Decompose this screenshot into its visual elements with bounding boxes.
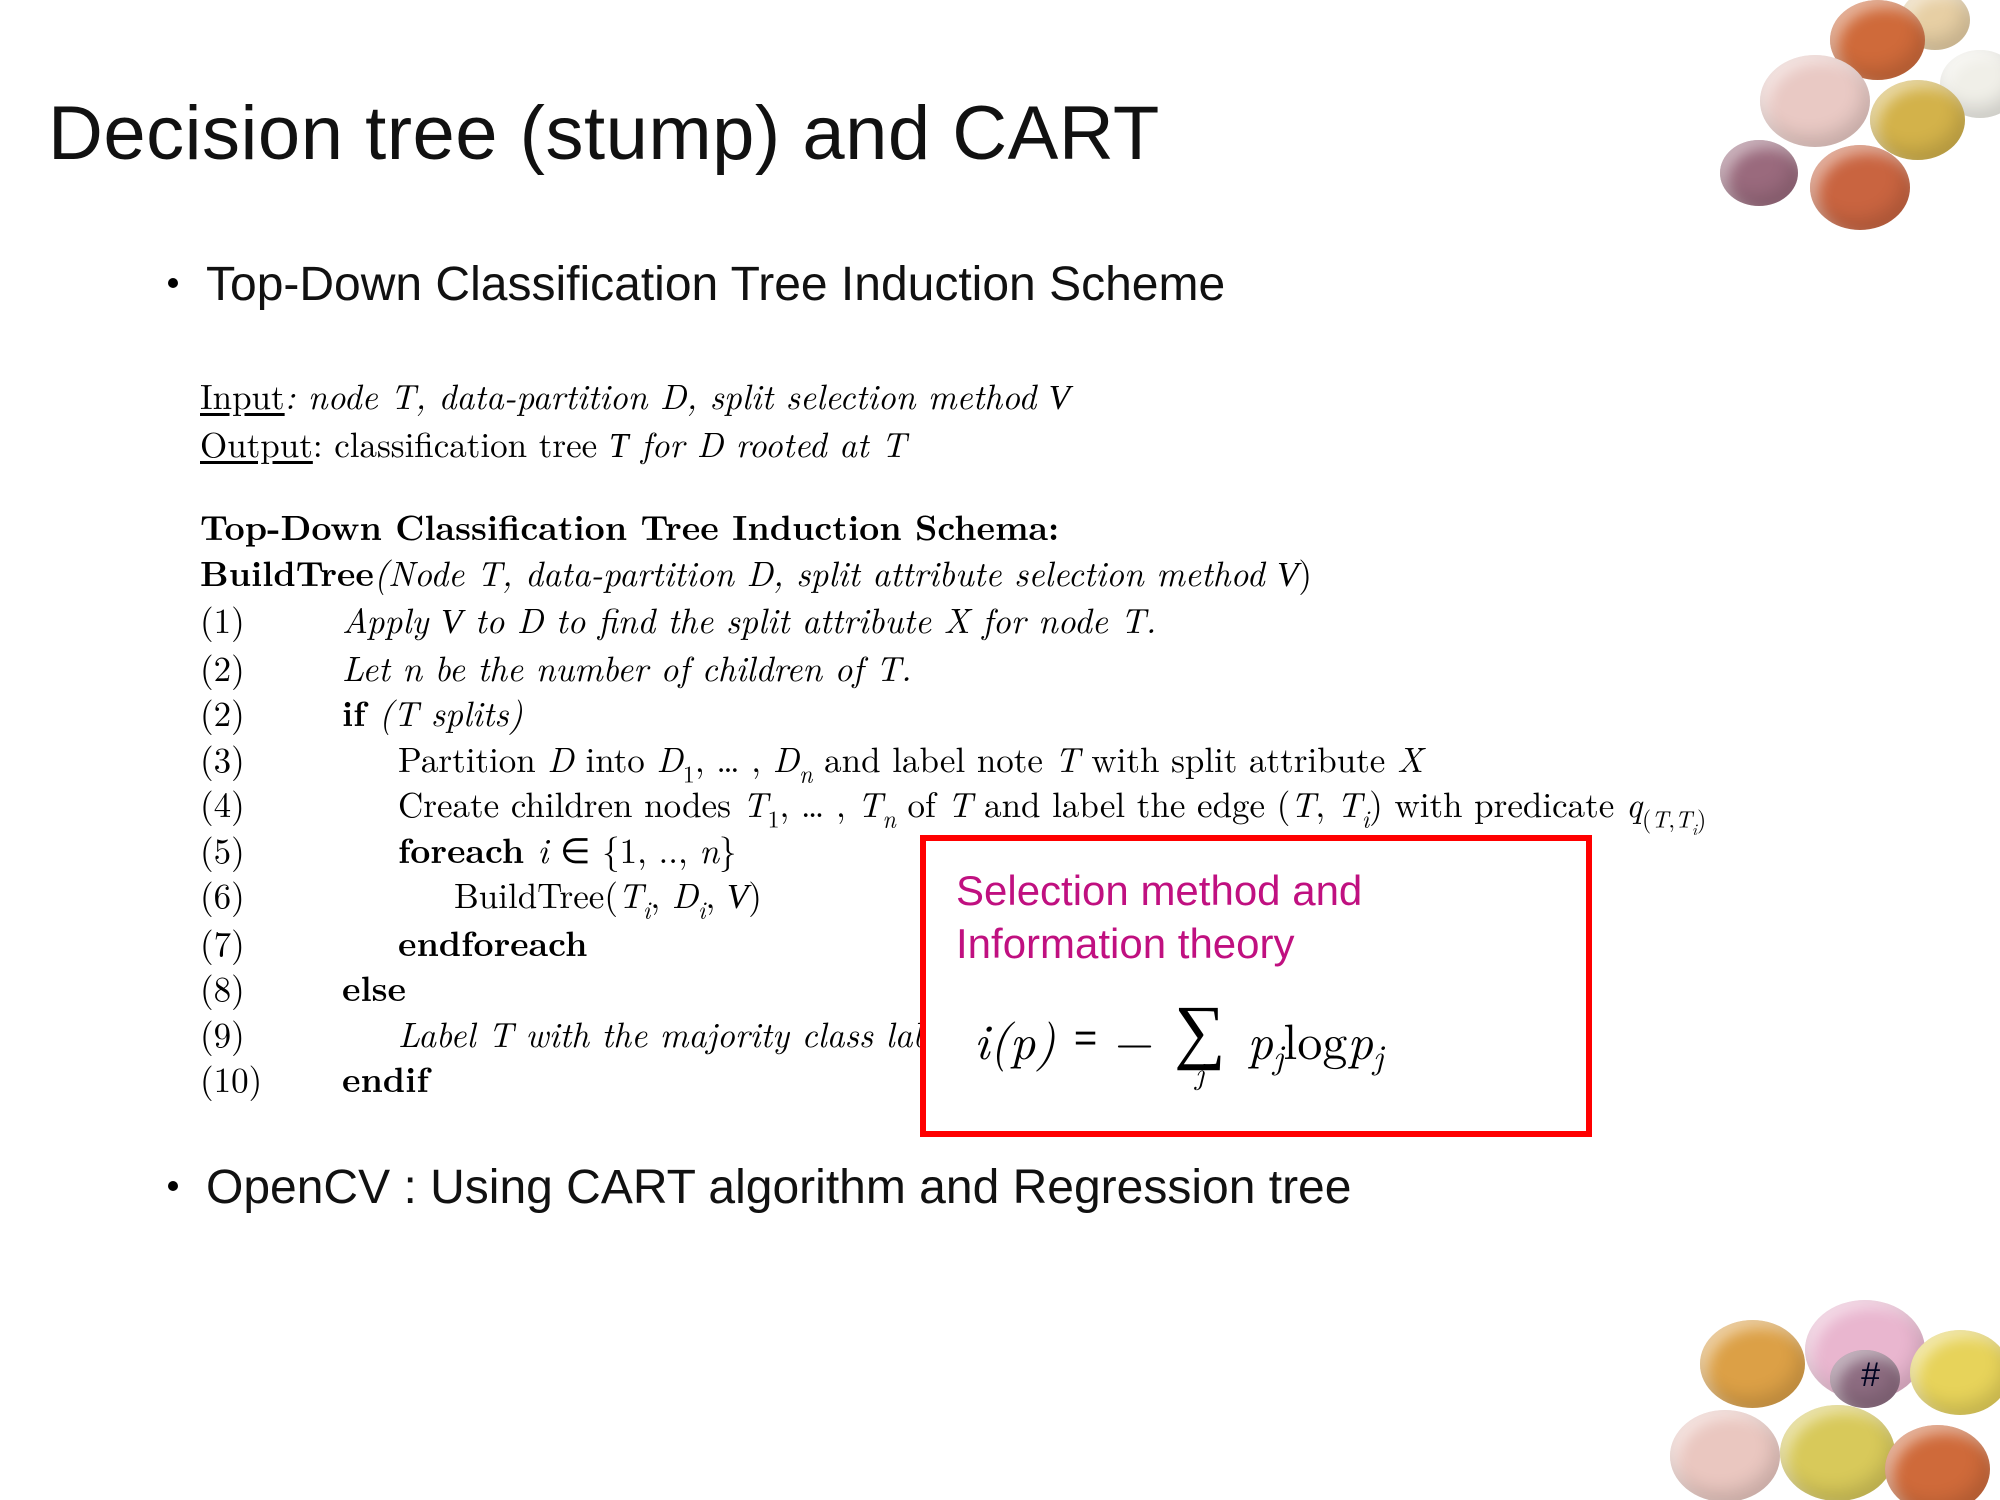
schema-title: Top-Down Classification Tree Induction S… [200, 504, 1900, 550]
formula-p1-sub: j [1273, 1030, 1283, 1078]
egg-icon [1670, 1410, 1780, 1500]
decorative-eggs-top-right [1680, 0, 2000, 230]
algo-input-line: Input: node T, data-partition D, split s… [200, 373, 1900, 421]
output-tail: for D rooted at T [628, 419, 906, 468]
output-T: T [609, 426, 628, 465]
egg-icon [1810, 145, 1910, 230]
bullet-dot-icon [168, 278, 178, 288]
slide: Decision tree (stump) and CART Top-Down … [0, 0, 2000, 1500]
formula-p2: p [1347, 1003, 1373, 1074]
input-text: : node T, data-partition D, split select… [285, 371, 1049, 420]
bullet-2-text: OpenCV : Using CART algorithm and Regres… [206, 1161, 1351, 1214]
callout-box: Selection method and Information theory … [920, 835, 1592, 1137]
output-text: : classification tree [313, 419, 609, 468]
slide-title: Decision tree (stump) and CART [48, 90, 1160, 177]
formula-log: log [1283, 1003, 1347, 1074]
input-v: V [1049, 378, 1070, 417]
egg-icon [1885, 1425, 1990, 1500]
algo-line: (4)Create children nodes T1, … , Tn of T… [200, 781, 1900, 827]
algo-output-line: Output: classification tree T for D root… [200, 421, 1900, 469]
formula-lhs: i(p) [974, 1003, 1056, 1074]
algo-line: (3)Partition D into D1, … , Dn and label… [200, 736, 1900, 782]
formula-p2-sub: j [1373, 1030, 1383, 1078]
callout-line1: Selection method and [956, 867, 1362, 914]
callout-line2: Information theory [956, 920, 1295, 967]
bullet-dot-icon [168, 1181, 178, 1191]
egg-icon [1910, 1330, 2000, 1415]
output-label: Output [200, 419, 313, 468]
bullet-1: Top-Down Classification Tree Induction S… [168, 257, 1225, 312]
page-number: # [1861, 1356, 1880, 1395]
algo-line: (1)Apply V to D to find the split attrib… [200, 597, 1900, 645]
buildtree-signature: BuildTree(Node T, data-partition D, spli… [200, 550, 1900, 598]
callout-title: Selection method and Information theory [956, 865, 1362, 970]
algo-line: (2)Let n be the number of children of T. [200, 645, 1900, 691]
decorative-eggs-bottom-right [1630, 1260, 2000, 1500]
egg-icon [1870, 80, 1965, 160]
egg-icon [1720, 140, 1798, 206]
bullet-2: OpenCV : Using CART algorithm and Regres… [168, 1160, 1351, 1215]
egg-icon [1780, 1405, 1895, 1500]
formula-eq: = [1074, 1016, 1097, 1061]
entropy-formula: i(p) = − ∑ j pj log pj [974, 993, 1383, 1085]
egg-icon [1760, 55, 1870, 147]
egg-icon [1700, 1320, 1805, 1408]
formula-p1: p [1247, 1003, 1273, 1074]
algo-line: (2)if (T splits) [200, 690, 1900, 736]
formula-minus: − [1115, 1003, 1154, 1074]
input-label: Input [200, 371, 285, 420]
sigma-icon: ∑ j [1174, 993, 1225, 1085]
bullet-1-text: Top-Down Classification Tree Induction S… [206, 258, 1225, 311]
